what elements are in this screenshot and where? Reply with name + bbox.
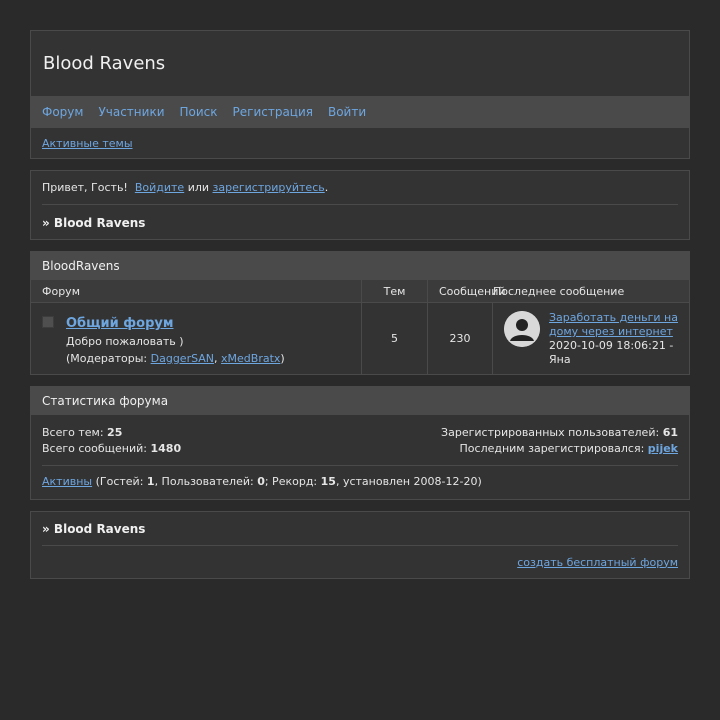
forum-row: Общий форум Добро пожаловать ) (Модерато… [31, 303, 689, 374]
nav-members[interactable]: Участники [98, 105, 164, 119]
main-nav: Форум Участники Поиск Регистрация Войти [31, 96, 689, 128]
active-users: Активны (Гостей: 1, Пользователей: 0; Ре… [42, 475, 482, 488]
last-registered-link[interactable]: pijek [648, 442, 678, 455]
greeting-text: Привет, Гость! [42, 181, 135, 194]
forum-header: Blood Ravens Форум Участники Поиск Регис… [30, 30, 690, 159]
sub-nav: Активные темы [31, 128, 689, 158]
active-users-link[interactable]: Активны [42, 475, 92, 488]
credits: создать бесплатный форум [42, 546, 678, 578]
moderator-link-2[interactable]: xMedBratx [221, 352, 280, 365]
registered-users: Зарегистрированных пользователей: 61 [441, 426, 678, 439]
login-link[interactable]: Войдите [135, 181, 184, 194]
last-registered: Последним зарегистрировался: pijek [459, 442, 678, 455]
moderator-link-1[interactable]: DaggerSAN [151, 352, 214, 365]
footer-breadcrumb: » Blood Ravens [42, 512, 678, 546]
forum-footer: » Blood Ravens создать бесплатный форум [30, 511, 690, 579]
user-silhouette-icon [504, 311, 540, 347]
total-topics-value: 25 [107, 426, 123, 439]
forum-category: BloodRavens Форум Тем Сообщений Последне… [30, 251, 690, 375]
nav-forum[interactable]: Форум [42, 105, 83, 119]
forum-statistics: Статистика форума Всего тем: 25 Всего со… [30, 386, 690, 500]
col-posts: Сообщений [439, 284, 506, 298]
total-posts: Всего сообщений: 1480 [42, 442, 182, 455]
col-forum: Форум [31, 280, 362, 302]
col-last-post: Последнее сообщение [493, 284, 625, 298]
moderator-separator: , [214, 352, 222, 365]
topic-count: 5 [362, 303, 428, 374]
create-forum-link[interactable]: создать бесплатный форум [517, 556, 678, 569]
moderators: (Модераторы: DaggerSAN, xMedBratx) [66, 352, 285, 365]
forum-table-header: Форум Тем Сообщений Последнее сообщение [31, 280, 689, 303]
stats-left: Всего тем: 25 Всего сообщений: 1480 [42, 425, 181, 465]
breadcrumb: » Blood Ravens [42, 215, 146, 230]
forum-info: Общий форум Добро пожаловать ) (Модерато… [66, 315, 285, 374]
nav-login[interactable]: Войти [328, 105, 366, 119]
active-topics-link[interactable]: Активные темы [42, 137, 133, 150]
forum-cell: Общий форум Добро пожаловать ) (Модерато… [31, 303, 362, 374]
last-post-link[interactable]: Заработать деньги на дому через интернет [549, 311, 678, 338]
last-post: Заработать деньги на дому через интернет… [549, 311, 684, 374]
stats-right: Зарегистрированных пользователей: 61 Пос… [441, 425, 678, 465]
or-text: или [184, 181, 213, 194]
category-title: BloodRavens [31, 252, 689, 280]
forum-name-link[interactable]: Общий форум [66, 316, 285, 331]
guest-greeting: Привет, Гость! Войдите или зарегистрируй… [42, 171, 678, 205]
greeting-end: . [324, 181, 329, 194]
total-posts-value: 1480 [150, 442, 182, 455]
moderators-label: (Модераторы: [66, 352, 151, 365]
forum-description: Добро пожаловать ) [66, 335, 184, 348]
last-post-cell: Заработать деньги на дому через интернет… [493, 303, 689, 374]
site-title: Blood Ravens [43, 53, 166, 74]
col-topics: Тем [362, 280, 428, 302]
register-link[interactable]: зарегистрируйтесь [213, 181, 325, 194]
welcome-box: Привет, Гость! Войдите или зарегистрируй… [30, 170, 690, 240]
post-count: 230 [428, 303, 493, 374]
forum-status-icon [42, 316, 54, 328]
registered-users-value: 61 [662, 426, 678, 439]
moderators-end: ) [280, 352, 285, 365]
nav-register[interactable]: Регистрация [233, 105, 313, 119]
last-post-meta: 2020-10-09 18:06:21 - Яна [549, 339, 674, 366]
nav-search[interactable]: Поиск [180, 105, 218, 119]
total-topics: Всего тем: 25 [42, 426, 123, 439]
stats-title: Статистика форума [31, 387, 689, 415]
